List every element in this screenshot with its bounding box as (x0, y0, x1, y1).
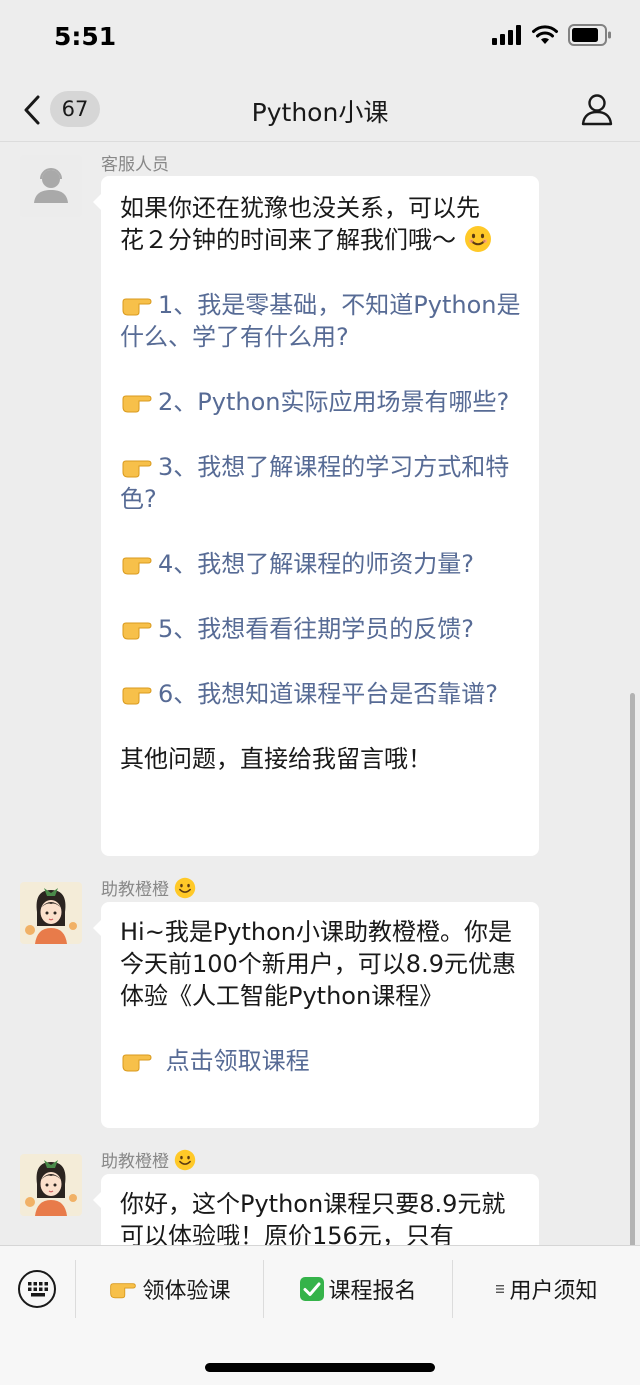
smiling-face-emoji (175, 1149, 196, 1171)
pointing-hand-emoji (122, 395, 152, 413)
option-link[interactable]: 4、我想了解课程的师资力量? (120, 548, 521, 580)
check-mark-emoji (300, 1277, 325, 1301)
page-title: Python小课 (251, 98, 389, 127)
menu-item-user-notice[interactable]: 用户须知 (453, 1260, 640, 1318)
option-link[interactable]: 3、我想了解课程的学习方式和特色? (120, 451, 521, 515)
scrollbar[interactable] (630, 693, 635, 1245)
bottom-menu-bar: 领体验课 课程报名 用户须知 (0, 1245, 640, 1385)
home-indicator[interactable] (205, 1363, 435, 1372)
pointing-hand-emoji (122, 557, 152, 575)
navigation-bar: 67 Python小课 (0, 80, 640, 142)
smiling-face-emoji (175, 877, 196, 899)
avatar-assistant[interactable] (20, 1154, 82, 1216)
pointing-hand-emoji (122, 622, 152, 640)
pointing-hand-emoji (122, 298, 152, 316)
option-link[interactable]: 2、Python实际应用场景有哪些? (120, 386, 521, 418)
avatar-assistant[interactable] (20, 882, 82, 944)
girl-avatar-icon (20, 882, 82, 944)
message-bubble[interactable]: Hi~我是Python小课助教橙橙。你是今天前100个新用户，可以8.9元优惠体… (93, 902, 539, 1128)
default-avatar-icon (20, 155, 82, 217)
wifi-icon (532, 25, 558, 44)
option-link[interactable]: 1、我是零基础，不知道Python是什么、学了有什么用? (120, 289, 521, 353)
signal-icon (492, 25, 521, 45)
pointing-hand-emoji (122, 1054, 152, 1072)
message-text: Hi~我是Python小课助教橙橙。你是今天前100个新用户，可以8.9元优惠体… (120, 918, 516, 1010)
message-text: 如果你还在犹豫也没关系，可以先 (120, 194, 480, 222)
girl-avatar-icon (20, 1154, 82, 1216)
battery-icon (568, 24, 611, 46)
pointing-hand-emoji (110, 1283, 137, 1299)
option-link[interactable]: 5、我想看看往期学员的反馈? (120, 613, 521, 645)
sender-name: 助教橙橙 (101, 1147, 196, 1172)
message-text: 其他问题，直接给我留言哦！ (120, 745, 432, 773)
option-link[interactable]: 6、我想知道课程平台是否靠谱? (120, 678, 521, 710)
menu-item-trial-course[interactable]: 领体验课 (76, 1260, 263, 1318)
status-icons (492, 24, 612, 46)
pointing-hand-emoji (122, 687, 152, 705)
sender-name: 客服人员 (101, 155, 169, 175)
message-text: 你好，这个Python课程只要8.9元就可以体验哦！原价156元，只有 (120, 1190, 506, 1245)
message-text: 花２分钟的时间来了解我们哦～ (120, 226, 456, 254)
person-icon[interactable] (580, 92, 614, 126)
chat-message-list[interactable]: 客服人员 如果你还在犹豫也没关系，可以先 花２分钟的时间来了解我们哦～ 1、我是… (0, 143, 640, 1245)
smiling-face-emoji (464, 226, 491, 252)
message-bubble[interactable]: 如果你还在犹豫也没关系，可以先 花２分钟的时间来了解我们哦～ 1、我是零基础，不… (93, 176, 539, 856)
keyboard-icon[interactable] (18, 1270, 56, 1308)
avatar-customer-service[interactable] (20, 155, 82, 217)
sender-name: 助教橙橙 (101, 875, 196, 900)
status-bar: 5:51 (0, 0, 640, 80)
message-bubble[interactable]: 你好，这个Python课程只要8.9元就可以体验哦！原价156元，只有 (93, 1174, 539, 1245)
menu-list-icon (496, 1285, 505, 1293)
status-time: 5:51 (54, 22, 117, 51)
pointing-hand-emoji (122, 460, 152, 478)
menu-item-course-signup[interactable]: 课程报名 (264, 1260, 452, 1318)
claim-course-link[interactable]: 点击领取课程 (120, 1045, 521, 1077)
